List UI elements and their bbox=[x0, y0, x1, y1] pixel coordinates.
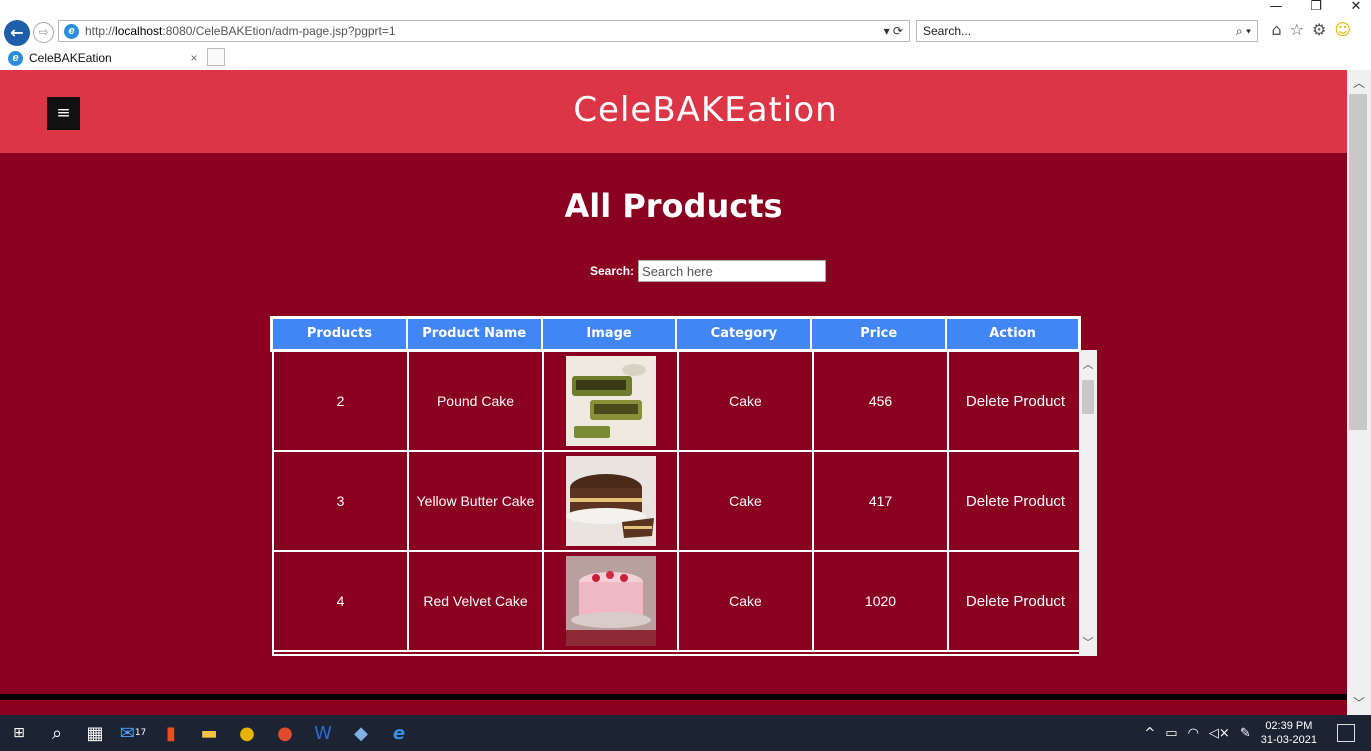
footer-divider bbox=[0, 694, 1347, 700]
site-brand: CeleBAKEation bbox=[573, 90, 838, 130]
table-row: 4 Red Velvet Cake Cake 1020 Delete Produ… bbox=[274, 552, 1097, 652]
browser-search-input[interactable]: Search... ⌕ ▾ bbox=[916, 20, 1258, 42]
product-category: Cake bbox=[679, 552, 814, 650]
product-search: Search: bbox=[590, 260, 827, 282]
chocolate-cake-image bbox=[565, 456, 656, 546]
package-icon[interactable]: ◆ bbox=[342, 715, 380, 751]
browser-chrome: — ❐ ✕ ← ⇨ e http://localhost:8080/CeleBA… bbox=[0, 0, 1371, 70]
product-price: 417 bbox=[814, 452, 949, 550]
ie-page-icon: e bbox=[64, 23, 79, 39]
product-id: 3 bbox=[274, 452, 409, 550]
address-bar[interactable]: e http://localhost:8080/CeleBAKEtion/adm… bbox=[58, 20, 910, 42]
close-window-button[interactable]: ✕ bbox=[1349, 0, 1363, 14]
notification-icon[interactable] bbox=[1337, 724, 1355, 742]
office-icon[interactable]: ▮ bbox=[152, 715, 190, 751]
gear-icon[interactable]: ⚙ bbox=[1312, 20, 1326, 39]
minimize-button[interactable]: — bbox=[1269, 0, 1283, 14]
address-url[interactable]: http://localhost:8080/CeleBAKEtion/adm-p… bbox=[85, 24, 871, 38]
windows-start-icon[interactable]: ⊞ bbox=[0, 715, 38, 751]
page-scroll-thumb[interactable] bbox=[1349, 94, 1367, 430]
table-scrollbar[interactable]: ︿ ﹀ bbox=[1079, 350, 1097, 656]
header-category: Category bbox=[677, 319, 813, 349]
header-action: Action bbox=[989, 326, 1036, 341]
windows-taskbar: ⊞ ⌕ ▦ ✉ 17 ▮ ▬ ● ● W ◆ e ^ ▭ ◠ ◁× ✎ 02:39… bbox=[0, 715, 1371, 751]
product-name: Yellow Butter Cake bbox=[409, 452, 544, 550]
chevron-up-icon[interactable]: ^ bbox=[1144, 726, 1155, 741]
tab-close-icon[interactable]: × bbox=[184, 51, 204, 65]
header-price: Price bbox=[812, 319, 948, 349]
table-scroll-thumb[interactable] bbox=[1082, 380, 1094, 414]
refresh-icon[interactable]: ▾ ⟳ bbox=[871, 24, 909, 38]
pound-cake-image bbox=[565, 356, 656, 446]
chevron-down-icon[interactable]: ﹀ bbox=[1347, 694, 1371, 711]
home-icon[interactable]: ⌂ bbox=[1271, 20, 1281, 39]
star-icon[interactable]: ☆ bbox=[1290, 20, 1304, 39]
header-image: Image bbox=[543, 319, 678, 349]
word-icon[interactable]: W bbox=[304, 715, 342, 751]
restore-button[interactable]: ❐ bbox=[1309, 0, 1323, 14]
browser-search-placeholder: Search... bbox=[923, 24, 972, 38]
volume-muted-icon[interactable]: ◁× bbox=[1209, 726, 1230, 741]
product-id: 4 bbox=[274, 552, 409, 650]
delete-product-link[interactable]: Delete Product bbox=[949, 452, 1084, 550]
product-name: Pound Cake bbox=[409, 352, 544, 450]
table-header: Products Product Name Image Category Pri… bbox=[270, 316, 1081, 352]
product-category: Cake bbox=[679, 452, 814, 550]
header-products: Products bbox=[273, 319, 408, 349]
chrome-icon[interactable]: ● bbox=[228, 715, 266, 751]
chrome-profile-icon[interactable]: ● bbox=[266, 715, 304, 751]
product-image bbox=[544, 452, 679, 550]
red-velvet-cake-image bbox=[565, 556, 656, 646]
clock-date: 31-03-2021 bbox=[1260, 734, 1317, 746]
wifi-icon[interactable]: ◠ bbox=[1188, 726, 1199, 741]
back-button[interactable]: ← bbox=[4, 20, 30, 46]
window-controls: — ❐ ✕ bbox=[1269, 0, 1363, 14]
edge-icon[interactable]: e bbox=[380, 715, 418, 751]
page-viewport: ≡ CeleBAKEation All Products Search: Pro… bbox=[0, 70, 1347, 715]
page-title: All Products bbox=[564, 187, 783, 225]
search-input[interactable] bbox=[638, 260, 827, 282]
mail-icon[interactable]: ✉ 17 bbox=[114, 715, 152, 751]
product-image bbox=[544, 552, 679, 650]
header-product-name: Product Name bbox=[408, 319, 543, 349]
file-explorer-icon[interactable]: ▬ bbox=[190, 715, 228, 751]
product-price: 456 bbox=[814, 352, 949, 450]
clock-time: 02:39 PM bbox=[1265, 720, 1313, 732]
search-icon[interactable]: ⌕ bbox=[38, 715, 76, 751]
product-category: Cake bbox=[679, 352, 814, 450]
delete-product-link[interactable]: Delete Product bbox=[949, 552, 1084, 650]
pen-icon[interactable]: ✎ bbox=[1240, 726, 1251, 741]
browser-toolbar-icons: ⌂ ☆ ⚙ ☺ bbox=[1271, 20, 1351, 39]
page-scrollbar[interactable]: ︿ ﹀ bbox=[1347, 70, 1371, 715]
chevron-down-icon[interactable]: ﹀ bbox=[1079, 634, 1097, 650]
battery-icon[interactable]: ▭ bbox=[1165, 726, 1177, 741]
product-name: Red Velvet Cake bbox=[409, 552, 544, 650]
chevron-up-icon[interactable]: ︿ bbox=[1079, 356, 1097, 372]
search-icon[interactable]: ⌕ ▾ bbox=[1236, 24, 1251, 38]
search-label: Search: bbox=[590, 264, 635, 278]
calculator-icon[interactable]: ▦ bbox=[76, 715, 114, 751]
smiley-icon[interactable]: ☺ bbox=[1334, 20, 1351, 39]
product-image bbox=[544, 352, 679, 450]
product-table-body: 2 Pound Cake Cake 456 Delete Product 3 Y bbox=[272, 350, 1097, 656]
browser-tab[interactable]: e CeleBAKEation × bbox=[4, 48, 204, 68]
table-row: 3 Yellow Butter Cake Cake 417 Delete Pro… bbox=[274, 452, 1097, 552]
clock[interactable]: 02:39 PM 31-03-2021 bbox=[1261, 719, 1317, 747]
chevron-up-icon[interactable]: ︿ bbox=[1347, 74, 1371, 91]
delete-product-link[interactable]: Delete Product bbox=[949, 352, 1084, 450]
ie-tab-icon: e bbox=[8, 50, 23, 66]
table-row: 2 Pound Cake Cake 456 Delete Product bbox=[274, 352, 1097, 452]
product-price: 1020 bbox=[814, 552, 949, 650]
new-tab-button[interactable] bbox=[207, 48, 225, 66]
system-tray: ^ ▭ ◠ ◁× ✎ 02:39 PM 31-03-2021 bbox=[1144, 715, 1317, 751]
tab-title: CeleBAKEation bbox=[29, 51, 112, 65]
forward-button[interactable]: ⇨ bbox=[33, 22, 54, 43]
product-id: 2 bbox=[274, 352, 409, 450]
site-header: ≡ CeleBAKEation bbox=[0, 70, 1347, 153]
